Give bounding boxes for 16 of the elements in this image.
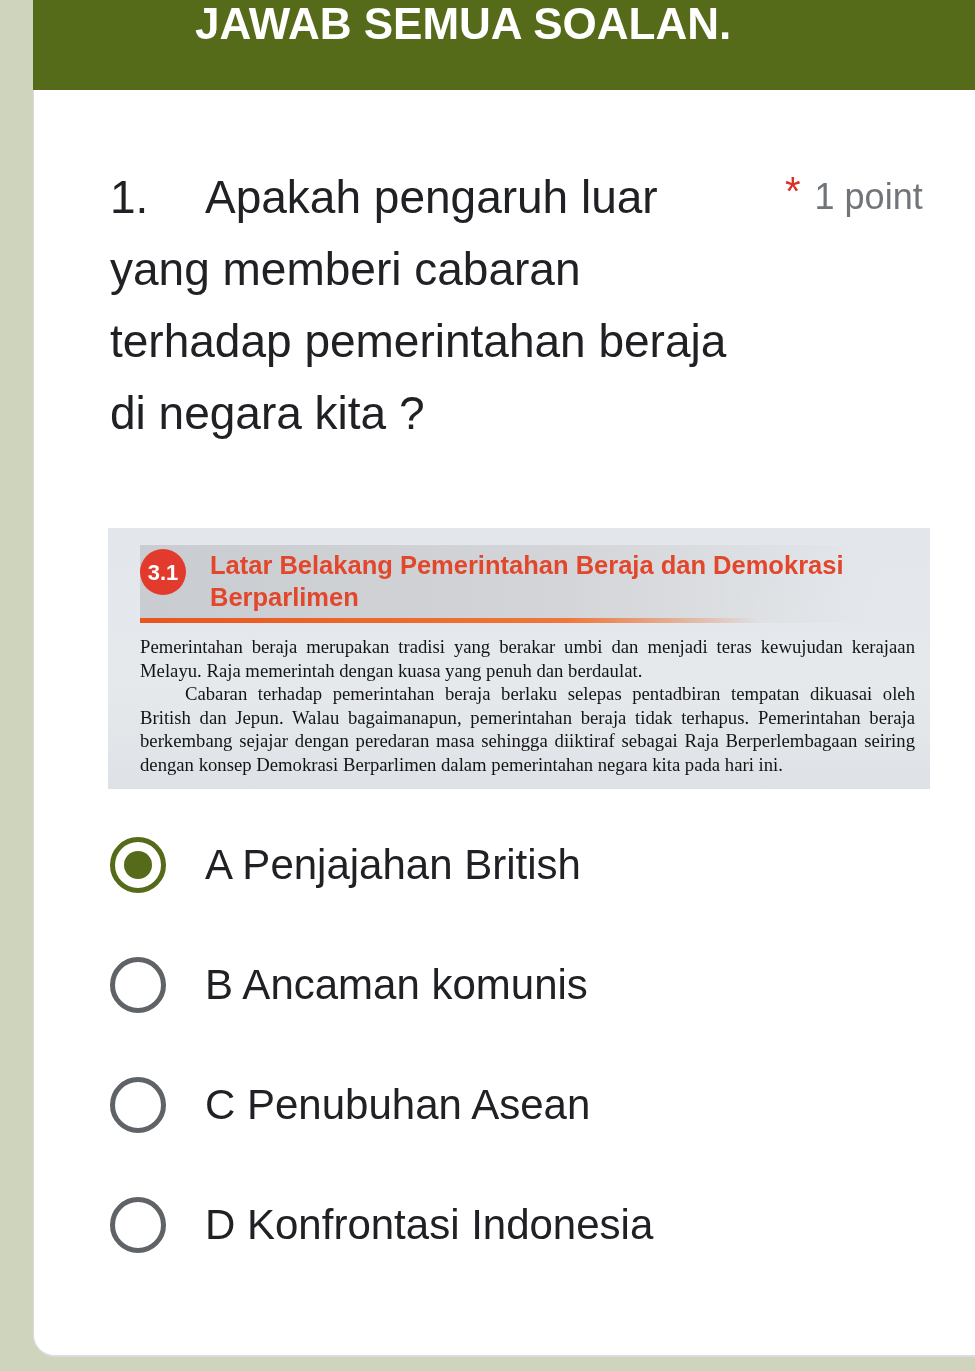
radio-button[interactable] bbox=[110, 956, 166, 1013]
excerpt-paragraph: Pemerintahan beraja merupakan tradisi yang berakar umbi dan menjadi teras kewujudan kerajaan Melayu. Raja memerintah dengan kuasa yang penuh dan berdaulat. bbox=[140, 635, 915, 683]
answer-option[interactable]: B Ancaman komunis bbox=[110, 924, 975, 1045]
form-title: JAWAB SEMUA SOALAN. bbox=[195, 0, 732, 46]
answer-option[interactable]: D Konfrontasi Indonesia bbox=[110, 1164, 975, 1285]
radio-button[interactable] bbox=[110, 1076, 166, 1133]
radio-button-selected[interactable] bbox=[110, 836, 166, 893]
section-number-badge: 3.1 bbox=[140, 549, 186, 595]
answer-option[interactable]: C Penubuhan Asean bbox=[110, 1044, 975, 1165]
answer-option[interactable]: A Penjajahan British bbox=[110, 804, 975, 925]
section-heading: Latar Belakang Pemerintahan Beraja dan Demokrasi Berparlimen bbox=[210, 550, 845, 613]
question-points: 1 point bbox=[814, 175, 923, 219]
question-text: 1. Apakah pengaruh luar yang memberi cabaran terhadap pemerintahan beraja di negara kita ? bbox=[110, 170, 728, 441]
excerpt-paragraph: Cabaran terhadap pemerintahan beraja berlaku selepas pentadbiran tempatan dikuasai oleh British dan Jepun. Walau bagaimanapun, pemerintahan beraja tidak terhapus. Pemerintahan beraja berkembang sejajar dengan peredaran masa sehingga diiktiraf sebagai Raja Berperlembagaan seiring dengan konsep Demokrasi Berparlimen dalam pemerintahan negara kita pada hari ini. bbox=[140, 682, 915, 777]
required-asterisk: * bbox=[785, 168, 801, 215]
radio-button[interactable] bbox=[110, 1196, 166, 1253]
